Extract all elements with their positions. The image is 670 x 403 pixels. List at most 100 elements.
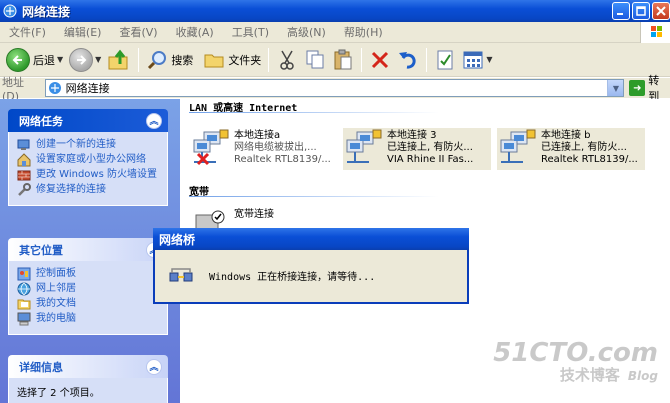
connection-item[interactable]: 本地连接 b 已连接上, 有防火... Realtek RTL8139/... — [497, 128, 645, 170]
folders-button[interactable]: 文件夹 — [200, 46, 264, 74]
other-places-panel: 其它位置 ︽ 控制面板 网上邻居 我的文档 我的电脑 — [8, 238, 168, 335]
place-my-computer[interactable]: 我的电脑 — [17, 312, 159, 326]
connection-text: 本地连接a 网络电缆被拔出,... Realtek RTL8139/... — [234, 128, 331, 170]
network-connections-icon — [3, 4, 17, 18]
copy-icon — [306, 50, 324, 68]
group-divider — [189, 196, 439, 197]
back-arrow-icon — [6, 47, 30, 72]
details-body: 选择了 2 个项目。 — [8, 378, 168, 403]
connection-status: 已连接上, 有防火... — [387, 142, 473, 153]
maximize-button[interactable] — [632, 2, 650, 20]
connection-item[interactable]: 本地连接a 网络电缆被拔出,... Realtek RTL8139/... — [190, 128, 340, 170]
collapse-chevron-icon[interactable]: ︽ — [146, 358, 162, 375]
control-panel-icon — [17, 267, 31, 281]
connection-device: VIA Rhine II Fas... — [387, 154, 474, 165]
network-tasks-header[interactable]: 网络任务 ︽ — [8, 109, 168, 132]
views-button[interactable]: ▼ — [459, 46, 495, 74]
menu-edit[interactable]: 编辑(E) — [55, 24, 111, 40]
delete-button[interactable] — [366, 46, 394, 74]
network-places-icon — [17, 282, 31, 296]
dialog-title-bar[interactable]: 网络桥 — [153, 228, 469, 250]
minimize-button[interactable] — [612, 2, 630, 20]
undo-button[interactable] — [394, 46, 422, 74]
lan-connection-icon — [343, 128, 387, 170]
properties-button[interactable] — [431, 46, 459, 74]
up-folder-button[interactable] — [104, 46, 134, 74]
connection-status: 网络电缆被拔出,... — [234, 142, 317, 153]
views-grid-icon — [463, 51, 483, 68]
address-input[interactable]: 网络连接 ▼ — [44, 79, 625, 97]
close-button[interactable] — [652, 2, 670, 20]
home-network-icon — [17, 153, 31, 167]
group-divider — [189, 112, 439, 113]
other-places-body: 控制面板 网上邻居 我的文档 我的电脑 — [8, 261, 168, 335]
place-label: 我的文档 — [36, 298, 76, 309]
window-title: 网络连接 — [22, 4, 71, 19]
place-network-neighborhood[interactable]: 网上邻居 — [17, 282, 159, 296]
connection-name: 本地连接 3 — [387, 130, 437, 141]
place-my-documents[interactable]: 我的文档 — [17, 298, 159, 311]
task-label: 设置家庭或小型办公网络 — [36, 154, 146, 165]
repair-wrench-icon — [18, 183, 31, 196]
collapse-chevron-icon[interactable]: ︽ — [146, 112, 162, 129]
toolbar-separator — [426, 47, 428, 72]
address-dropdown-button[interactable]: ▼ — [607, 80, 624, 96]
search-button[interactable]: 搜索 — [143, 46, 196, 74]
menu-view[interactable]: 查看(V) — [110, 24, 166, 40]
place-label: 控制面板 — [36, 268, 76, 279]
paste-icon — [334, 49, 352, 69]
close-icon — [656, 6, 666, 16]
lan-connection-icon — [497, 128, 541, 170]
address-value: 网络连接 — [65, 82, 110, 95]
menu-tools[interactable]: 工具(T) — [223, 24, 278, 40]
menu-bar: 文件(F) 编辑(E) 查看(V) 收藏(A) 工具(T) 高级(N) 帮助(H… — [0, 22, 670, 43]
connection-item[interactable]: 本地连接 3 已连接上, 有防火... VIA Rhine II Fas... — [343, 128, 491, 170]
my-documents-icon — [17, 299, 31, 310]
folders-label: 文件夹 — [228, 53, 262, 67]
search-label: 搜索 — [171, 53, 194, 67]
toolbar-separator — [361, 47, 363, 72]
undo-icon — [399, 51, 416, 69]
network-bridge-dialog: 网络桥 Windows 正在桥接连接，请等待... — [153, 228, 469, 304]
back-label: 后退 — [33, 53, 55, 67]
network-tasks-panel: 网络任务 ︽ 创建一个新的连接 设置家庭或小型办公网络 更改 Windows 防… — [8, 109, 168, 206]
task-setup-home-network[interactable]: 设置家庭或小型办公网络 — [17, 153, 159, 167]
task-repair-connection[interactable]: 修复选择的连接 — [17, 183, 159, 197]
other-places-title: 其它位置 — [19, 243, 63, 257]
connection-device: Realtek RTL8139/... — [541, 154, 638, 165]
forward-dropdown-icon[interactable]: ▼ — [95, 55, 101, 64]
firewall-icon — [17, 170, 31, 181]
toolbar-separator — [138, 47, 140, 72]
task-firewall-settings[interactable]: 更改 Windows 防火墙设置 — [17, 169, 159, 182]
views-dropdown-icon[interactable]: ▼ — [486, 55, 492, 64]
other-places-header[interactable]: 其它位置 ︽ — [8, 238, 168, 261]
forward-button[interactable]: ▼ — [66, 46, 104, 74]
my-computer-icon — [17, 312, 31, 326]
place-label: 网上邻居 — [36, 283, 76, 294]
copy-button[interactable] — [301, 46, 329, 74]
place-control-panel[interactable]: 控制面板 — [17, 267, 159, 281]
minimize-icon — [617, 13, 623, 15]
menu-file[interactable]: 文件(F) — [0, 24, 55, 40]
dialog-title: 网络桥 — [159, 232, 196, 247]
paste-button[interactable] — [329, 46, 357, 74]
connection-text: 本地连接 3 已连接上, 有防火... VIA Rhine II Fas... — [387, 128, 473, 170]
watermark-sub: 技术博客 — [559, 366, 620, 384]
task-label: 更改 Windows 防火墙设置 — [36, 169, 157, 180]
task-label: 创建一个新的连接 — [36, 139, 116, 150]
menu-advanced[interactable]: 高级(N) — [278, 24, 335, 40]
details-header[interactable]: 详细信息 ︽ — [8, 355, 168, 378]
scissors-icon — [280, 50, 295, 70]
menu-favorites[interactable]: 收藏(A) — [167, 24, 223, 40]
cut-button[interactable] — [273, 46, 301, 74]
menu-help[interactable]: 帮助(H) — [335, 24, 392, 40]
properties-icon — [437, 50, 453, 69]
details-panel: 详细信息 ︽ 选择了 2 个项目。 — [8, 355, 168, 403]
back-dropdown-icon[interactable]: ▼ — [57, 55, 63, 64]
windows-flag-icon — [651, 26, 662, 37]
back-button[interactable]: 后退 ▼ — [3, 46, 66, 74]
dialog-body: Windows 正在桥接连接，请等待... — [155, 250, 467, 300]
watermark-blog: Blog — [627, 369, 658, 383]
go-arrow-icon: ➜ — [629, 80, 646, 96]
task-create-connection[interactable]: 创建一个新的连接 — [17, 139, 159, 152]
